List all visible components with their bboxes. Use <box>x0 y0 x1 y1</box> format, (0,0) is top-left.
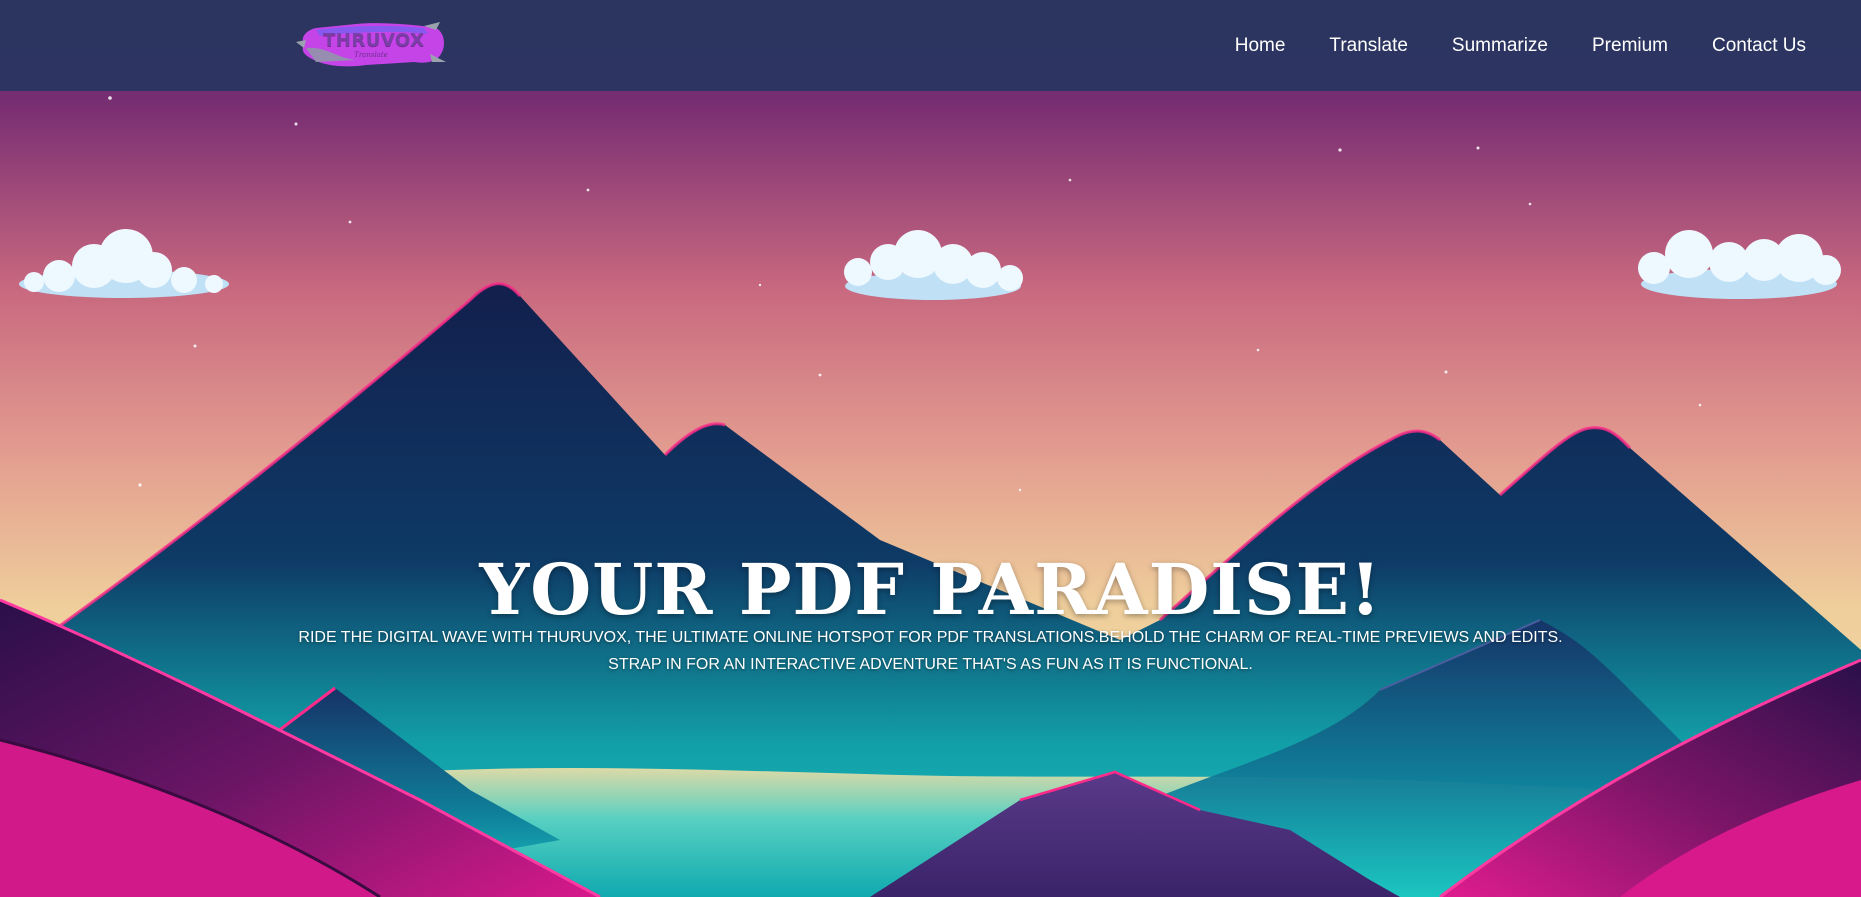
logo-text: THRUVOX <box>323 30 425 51</box>
navbar: THRUVOX Translate Home Translate Summari… <box>0 0 1861 91</box>
logo[interactable]: THRUVOX Translate <box>296 18 448 70</box>
hero-subtitle-line1: RIDE THE DIGITAL WAVE WITH THURUVOX, THE… <box>298 629 1563 646</box>
nav-home-link[interactable]: Home <box>1235 35 1286 57</box>
nav-translate-link[interactable]: Translate <box>1329 35 1408 57</box>
cloud-icon <box>19 229 229 298</box>
cloud-icon <box>1638 230 1841 299</box>
cloud-icon <box>844 230 1023 300</box>
main-nav: Home Translate Summarize Premium Contact… <box>1235 0 1806 91</box>
hero-background <box>0 0 1861 897</box>
hero-subtitle-line2: STRAP IN FOR AN INTERACTIVE ADVENTURE TH… <box>608 656 1253 673</box>
logo-subtext: Translate <box>354 51 388 59</box>
nav-summarize-link[interactable]: Summarize <box>1452 35 1548 57</box>
nav-contact-link[interactable]: Contact Us <box>1712 35 1806 57</box>
hero-title: YOUR PDF PARADISE! <box>479 548 1382 631</box>
nav-premium-link[interactable]: Premium <box>1592 35 1668 57</box>
